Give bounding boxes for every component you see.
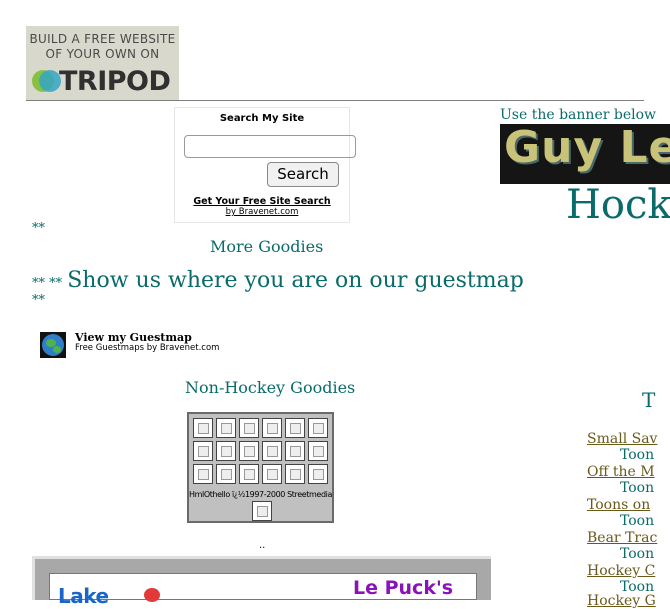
board-cell[interactable] <box>285 464 305 484</box>
guestmap-line: ** ** Show us where you are on our guest… <box>32 268 524 293</box>
board-cell[interactable] <box>285 418 305 438</box>
link-bear-trac[interactable]: Bear Trac <box>587 530 657 546</box>
board-cell[interactable] <box>285 441 305 461</box>
board-cell[interactable] <box>262 441 282 461</box>
toon-label: Toon <box>620 513 655 529</box>
link-toons-on[interactable]: Toons on <box>587 497 650 513</box>
non-hockey-heading: Non-Hockey Goodies <box>185 378 356 397</box>
othello-game-board[interactable]: HmlOthello ï¿½1997-2000 Streetmedia <box>187 412 334 523</box>
search-button[interactable]: Search <box>267 162 339 187</box>
link-small-sav[interactable]: Small Sav <box>587 431 657 447</box>
board-cell[interactable] <box>216 464 236 484</box>
board-cell[interactable] <box>308 464 328 484</box>
board-cell[interactable] <box>252 501 272 521</box>
board-cell[interactable] <box>216 418 236 438</box>
link-hockey-g[interactable]: Hockey G <box>587 593 656 609</box>
board-cell[interactable] <box>193 418 213 438</box>
lake-banner[interactable]: Lake Le Puck's <box>49 573 477 608</box>
toon-label: Toon <box>620 480 655 496</box>
lake-logo: Lake <box>58 584 160 608</box>
divider <box>26 100 644 101</box>
toon-label: Toon <box>620 447 655 463</box>
lake-banner-frame: Lake Le Puck's <box>32 556 491 608</box>
board-cell[interactable] <box>239 441 259 461</box>
board-cell[interactable] <box>308 441 328 461</box>
page-heading: Hock <box>566 182 670 228</box>
dots: .. <box>259 540 266 551</box>
stars-1: ** <box>32 221 45 236</box>
free-site-search-link[interactable]: Get Your Free Site Search <box>175 196 349 207</box>
board-cell[interactable] <box>193 441 213 461</box>
globe-icon[interactable] <box>40 332 66 358</box>
board-cell[interactable] <box>262 464 282 484</box>
search-input[interactable] <box>184 135 356 158</box>
link-off-the-m[interactable]: Off the M <box>587 464 655 480</box>
search-title: Search My Site <box>219 113 305 124</box>
bravenet-link[interactable]: by Bravenet.com <box>175 207 349 217</box>
le-pucks-title: Le Puck's <box>353 577 454 599</box>
board-cell[interactable] <box>308 418 328 438</box>
right-heading-letter: T <box>642 388 656 412</box>
board-cell[interactable] <box>193 464 213 484</box>
guestmap-text: Show us where you are on our guestmap <box>67 268 524 293</box>
guestmap-sub-text: Free Guestmaps by Bravenet.com <box>75 343 220 353</box>
guy-banner-image[interactable]: Guy Le <box>500 124 670 184</box>
toon-label: Toon <box>620 546 655 562</box>
board-cell[interactable] <box>262 418 282 438</box>
othello-caption: HmlOthello ï¿½1997-2000 Streetmedia <box>189 490 332 499</box>
guestmap-stars: ** ** <box>32 276 63 291</box>
tripod-banner[interactable]: BUILD A FREE WEBSITE OF YOUR OWN ON TRIP… <box>26 26 179 100</box>
tripod-logo: TRIPOD <box>32 66 177 97</box>
banner-line-2: OF YOUR OWN ON <box>45 47 160 61</box>
banner-line-1: BUILD A FREE WEBSITE <box>29 32 176 46</box>
site-search-box: Search My Site Search Get Your Free Site… <box>174 107 356 223</box>
board-cell[interactable] <box>239 418 259 438</box>
stars-3: ** <box>32 293 45 308</box>
use-banner-text: Use the banner below <box>500 107 657 123</box>
board-cell[interactable] <box>216 441 236 461</box>
link-hockey-c[interactable]: Hockey C <box>587 563 655 579</box>
board-cell[interactable] <box>239 464 259 484</box>
more-goodies-heading: More Goodies <box>210 237 324 256</box>
